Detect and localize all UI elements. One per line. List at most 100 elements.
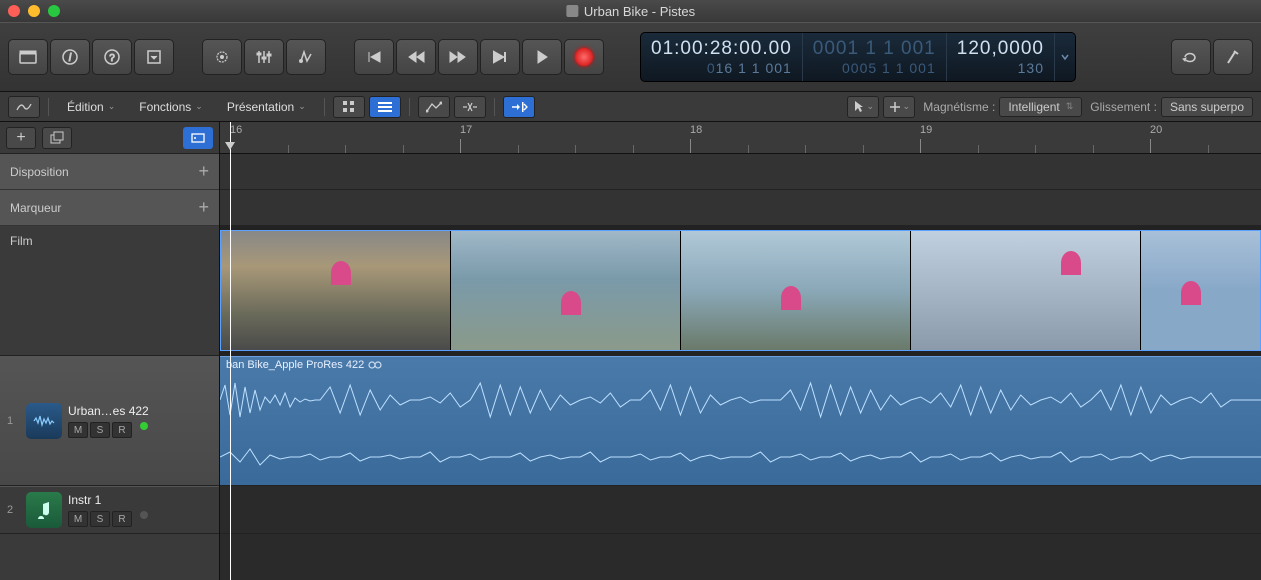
duplicate-track-button[interactable] [42, 127, 72, 149]
chevron-down-icon[interactable] [1061, 37, 1069, 77]
ruler-tick [920, 139, 921, 153]
loop-button[interactable] [1171, 39, 1211, 75]
automation-button[interactable] [418, 96, 450, 118]
global-row-disposition[interactable]: Disposition + [0, 154, 219, 190]
notes-button[interactable] [1213, 39, 1253, 75]
audio-region[interactable]: ban Bike_Apple ProRes 422 [220, 356, 1261, 485]
track-header-1[interactable]: 1 Urban…es 422 M S R [0, 356, 219, 486]
ruler-tick [403, 145, 404, 153]
movie-thumbnail [221, 231, 451, 350]
ruler-mark: 19 [920, 124, 932, 136]
solo-button[interactable]: S [90, 422, 110, 438]
add-track-button[interactable]: + [6, 127, 36, 149]
global-row-marqueur[interactable]: Marqueur + [0, 190, 219, 226]
menu-fonctions[interactable]: Fonctions⌄ [129, 96, 213, 118]
waveform [220, 375, 1261, 425]
track-number: 2 [0, 504, 20, 516]
snap-label: Magnétisme : [923, 100, 995, 114]
movie-thumbnail [911, 231, 1141, 350]
window-close[interactable] [8, 5, 20, 17]
track-header-2[interactable]: 2 Instr 1 M S R [0, 486, 219, 534]
movie-clip[interactable] [220, 230, 1261, 351]
goto-start-button[interactable] [354, 39, 394, 75]
movie-lane[interactable] [220, 226, 1261, 356]
toolbar-dropdown[interactable] [134, 39, 174, 75]
lcd-bars: 016 1 1 001 [651, 60, 792, 76]
ruler-tick [1035, 145, 1036, 153]
add-arrangement-icon[interactable]: + [198, 161, 209, 182]
track-name: Urban…es 422 [68, 404, 178, 418]
editors-button[interactable] [286, 39, 326, 75]
window-title-text: Urban Bike - Pistes [584, 4, 695, 19]
ruler-tick [575, 145, 576, 153]
ruler-tick [748, 145, 749, 153]
ruler-tick [805, 145, 806, 153]
film-label: Film [10, 234, 33, 248]
marker-lane[interactable] [220, 190, 1261, 226]
ruler-tick [1093, 145, 1094, 153]
chevron-down-icon: ⌄ [108, 101, 116, 112]
audio-track-icon [26, 403, 62, 439]
playhead[interactable] [230, 122, 231, 580]
automation-curve-button[interactable] [8, 96, 40, 118]
arrangement-lane[interactable] [220, 154, 1261, 190]
global-tracks-button[interactable] [183, 127, 213, 149]
link-icon [368, 360, 382, 370]
document-icon [566, 5, 578, 17]
window-minimize[interactable] [28, 5, 40, 17]
view-grid-button[interactable] [333, 96, 365, 118]
help-button[interactable]: ? [92, 39, 132, 75]
ruler-tick [518, 145, 519, 153]
forward-button[interactable] [438, 39, 478, 75]
flex-button[interactable] [454, 96, 486, 118]
marqueur-label: Marqueur [10, 201, 61, 215]
snap-dropdown[interactable]: Intelligent⇅ [999, 97, 1082, 117]
window-zoom[interactable] [48, 5, 60, 17]
menu-edition[interactable]: Édition⌄ [57, 96, 125, 118]
region-label: ban Bike_Apple ProRes 422 [226, 359, 382, 371]
mixer-button[interactable] [244, 39, 284, 75]
lcd-tempo: 120,0000 [957, 38, 1044, 60]
library-button[interactable] [8, 39, 48, 75]
view-list-button[interactable] [369, 96, 401, 118]
ruler-mark: 17 [460, 124, 472, 136]
record-button[interactable] [564, 39, 604, 75]
lcd-sig: 130 [957, 60, 1044, 76]
drag-dropdown[interactable]: Sans superpo [1161, 97, 1253, 117]
window-title: Urban Bike - Pistes [566, 4, 695, 19]
ruler-tick [690, 139, 691, 153]
add-marker-icon[interactable]: + [198, 197, 209, 218]
solo-button[interactable]: S [90, 511, 110, 527]
menu-presentation[interactable]: Présentation⌄ [217, 96, 316, 118]
ruler[interactable]: 16 17 18 19 20 [220, 122, 1261, 154]
audio-lane-2[interactable] [220, 486, 1261, 534]
instrument-track-icon [26, 492, 62, 528]
svg-text:i: i [69, 52, 72, 64]
lcd-display[interactable]: 01:00:28:00.00 016 1 1 001 0001 1 1 001 … [640, 32, 1076, 82]
ruler-mark: 20 [1150, 124, 1162, 136]
inspector-button[interactable]: i [50, 39, 90, 75]
pointer-tool[interactable]: ⌄ [847, 96, 879, 118]
rewind-button[interactable] [396, 39, 436, 75]
main-toolbar: i ? 01:00:28:00.00 016 1 1 001 0001 1 1 … [0, 22, 1261, 92]
lcd-alt2: 0005 1 1 001 [813, 60, 936, 76]
mute-button[interactable]: M [68, 511, 88, 527]
audio-lane-1[interactable]: ban Bike_Apple ProRes 422 [220, 356, 1261, 486]
track-number: 1 [0, 415, 20, 427]
track-status-indicator [140, 422, 148, 430]
chevron-down-icon: ⌄ [298, 101, 306, 112]
ruler-tick [633, 145, 634, 153]
disposition-label: Disposition [10, 165, 69, 179]
ruler-tick [1150, 139, 1151, 153]
record-enable-button[interactable]: R [112, 422, 132, 438]
secondary-tool[interactable]: ⌄ [883, 96, 915, 118]
timeline[interactable]: 16 17 18 19 20 ban Bike_Apple ProRes 422 [220, 122, 1261, 580]
global-row-film[interactable]: Film [0, 226, 219, 356]
mute-button[interactable]: M [68, 422, 88, 438]
track-status-indicator [140, 511, 148, 519]
record-enable-button[interactable]: R [112, 511, 132, 527]
catch-playhead-button[interactable] [503, 96, 535, 118]
play-button[interactable] [522, 39, 562, 75]
goto-end-button[interactable] [480, 39, 520, 75]
smart-controls-button[interactable] [202, 39, 242, 75]
